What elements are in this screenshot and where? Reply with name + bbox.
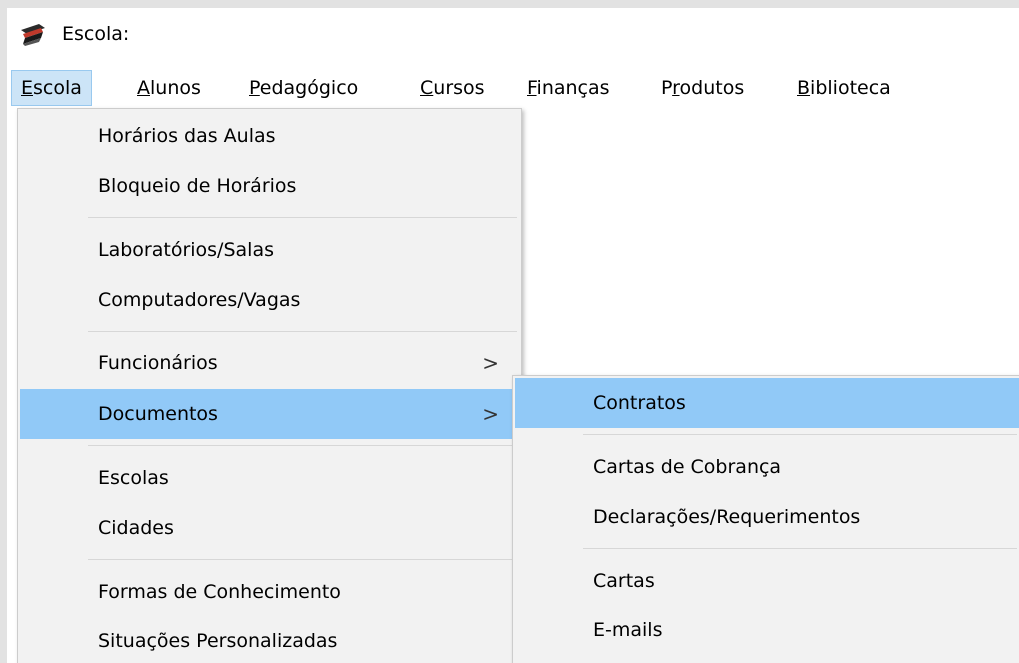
menu-separator	[88, 559, 517, 560]
menu-item-declaracoes-requerimentos[interactable]: Declarações/Requerimentos	[515, 492, 1019, 542]
menu-financas[interactable]: Finanças	[518, 70, 619, 106]
menu-produtos[interactable]: Produtos	[652, 70, 753, 106]
menu-item-funcionarios[interactable]: Funcionários >	[20, 338, 519, 388]
menu-item-computadores-vagas[interactable]: Computadores/Vagas	[20, 275, 519, 325]
menu-item-label: Laboratórios/Salas	[98, 239, 274, 261]
menu-item-label: Escolas	[98, 467, 169, 489]
menu-item-cartas[interactable]: Cartas	[515, 556, 1019, 606]
menu-separator	[88, 217, 517, 218]
menu-item-label: Horários das Aulas	[98, 125, 276, 147]
menu-item-label: Situações Personalizadas	[98, 630, 338, 652]
window-title: Escola:	[62, 23, 130, 45]
menu-item-horarios-das-aulas[interactable]: Horários das Aulas	[20, 111, 519, 161]
menu-separator	[88, 331, 517, 332]
menu-item-label: Declarações/Requerimentos	[593, 506, 861, 528]
documentos-submenu: Contratos Cartas de Cobrança Declarações…	[512, 375, 1019, 663]
escola-dropdown-menu: Horários das Aulas Bloqueio de Horários …	[17, 108, 522, 663]
app-logo-icon	[19, 20, 47, 48]
menu-item-label: E-mails	[593, 619, 663, 641]
menu-item-label: Funcionários	[98, 352, 218, 374]
menu-pedagogico[interactable]: Pedagógico	[240, 70, 367, 106]
menu-alunos[interactable]: Alunos	[128, 70, 210, 106]
submenu-arrow-icon: >	[482, 351, 499, 375]
menu-item-bloqueio-de-horarios[interactable]: Bloqueio de Horários	[20, 161, 519, 211]
menu-separator	[88, 445, 517, 446]
menu-item-situacoes-personalizadas[interactable]: Situações Personalizadas	[20, 616, 519, 663]
menu-item-label: Contratos	[593, 392, 686, 414]
menu-item-cartas-de-cobranca[interactable]: Cartas de Cobrança	[515, 442, 1019, 492]
title-bar: Escola:	[7, 8, 1019, 60]
menu-item-label: Cidades	[98, 517, 174, 539]
submenu-arrow-icon: >	[482, 402, 499, 426]
menu-separator	[583, 434, 1017, 435]
menu-item-label: Cartas	[593, 570, 655, 592]
app-window: Escola: Escola Alunos Pedagógico Cursos …	[7, 8, 1019, 663]
menu-item-escolas[interactable]: Escolas	[20, 453, 519, 503]
menu-item-label: Computadores/Vagas	[98, 289, 301, 311]
menu-item-e-mails[interactable]: E-mails	[515, 605, 1019, 655]
menu-item-contratos[interactable]: Contratos	[515, 378, 1019, 428]
menu-bar: Escola Alunos Pedagógico Cursos Finanças…	[7, 68, 1019, 108]
menu-separator	[583, 548, 1017, 549]
menu-item-label: Documentos	[98, 403, 218, 425]
menu-item-cidades[interactable]: Cidades	[20, 503, 519, 553]
menu-cursos[interactable]: Cursos	[411, 70, 494, 106]
menu-biblioteca[interactable]: Biblioteca	[788, 70, 900, 106]
menu-item-label: Formas de Conhecimento	[98, 581, 341, 603]
menu-escola[interactable]: Escola	[11, 70, 92, 106]
menu-item-formas-de-conhecimento[interactable]: Formas de Conhecimento	[20, 567, 519, 617]
menu-item-label: Cartas de Cobrança	[593, 456, 782, 478]
menu-item-documentos[interactable]: Documentos >	[20, 389, 519, 439]
menu-item-label: Bloqueio de Horários	[98, 175, 297, 197]
menu-item-laboratorios-salas[interactable]: Laboratórios/Salas	[20, 225, 519, 275]
